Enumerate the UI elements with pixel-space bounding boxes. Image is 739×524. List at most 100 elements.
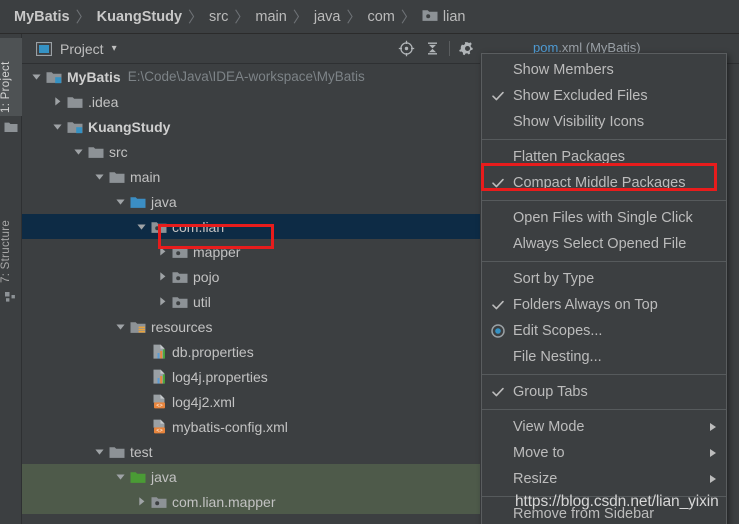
chevron-down-icon[interactable] <box>114 320 127 333</box>
menu-item-show-excluded-files[interactable]: Show Excluded Files <box>482 83 726 109</box>
chevron-down-icon[interactable] <box>72 145 85 158</box>
project-panel-header: Project ▾ <box>22 34 480 64</box>
tree-row[interactable]: db.properties <box>22 339 480 364</box>
idea-window: MyBatis 〉 KuangStudy 〉 src 〉 main 〉 java 〉 com 〉 lia… <box>0 0 739 524</box>
tree-row[interactable]: resources <box>22 314 480 339</box>
tree-row[interactable]: com.lian <box>22 214 480 239</box>
gear-icon[interactable] <box>454 36 480 62</box>
tree-node-label: MyBatis <box>67 68 121 85</box>
tree-row[interactable]: <> mybatis-config.xml <box>22 414 480 439</box>
tree-row[interactable]: .idea <box>22 89 480 114</box>
properties-file-icon <box>151 344 167 359</box>
toolbar-divider <box>449 41 450 56</box>
menu-item-label: Show Members <box>513 62 614 78</box>
chevron-down-icon[interactable] <box>114 470 127 483</box>
package-folder-icon <box>172 269 188 284</box>
tree-row[interactable]: <> log4j2.xml <box>22 389 480 414</box>
tree-row[interactable]: util <box>22 289 480 314</box>
chevron-right-icon[interactable] <box>156 295 169 308</box>
breadcrumb-item-lian[interactable]: lian <box>422 7 465 26</box>
tool-window-tab-structure[interactable]: 7: Structure <box>0 194 22 286</box>
breadcrumb-item-kuangstudy[interactable]: KuangStudy <box>97 9 182 25</box>
folder-icon <box>109 169 125 184</box>
breadcrumb-item-com[interactable]: com <box>367 9 394 25</box>
tree-row[interactable]: main <box>22 164 480 189</box>
tree-no-arrow <box>135 395 148 408</box>
chevron-right-icon[interactable] <box>135 495 148 508</box>
resources-folder-icon <box>130 319 146 334</box>
menu-item-edit-scopes[interactable]: Edit Scopes... <box>482 318 726 344</box>
breadcrumb-label: java <box>313 8 341 25</box>
folder-icon <box>109 444 125 459</box>
tree-row[interactable]: test <box>22 439 480 464</box>
breadcrumb-label: com <box>367 8 395 25</box>
menu-item-file-nesting[interactable]: File Nesting... <box>482 344 726 370</box>
chevron-right-icon[interactable] <box>51 95 64 108</box>
tree-node-label: java <box>151 468 177 485</box>
menu-item-show-visibility-icons[interactable]: Show Visibility Icons <box>482 109 726 135</box>
breadcrumb-item-src[interactable]: src <box>209 9 228 25</box>
tree-node-label: mybatis-config.xml <box>172 418 288 435</box>
project-options-context-menu[interactable]: Show Members Show Excluded Files Show Visi… <box>481 53 727 524</box>
scroll-from-source-icon[interactable] <box>393 36 419 62</box>
chevron-right-icon[interactable] <box>156 245 169 258</box>
menu-item-compact-middle-packages[interactable]: Compact Middle Packages <box>482 170 726 196</box>
chevron-down-icon[interactable]: ▾ <box>112 43 117 54</box>
menu-item-resize[interactable]: Resize <box>482 466 726 492</box>
project-panel-title: Project <box>60 40 104 57</box>
tool-window-tab-project[interactable]: 1: Project <box>0 38 22 116</box>
watermark-text: https://blog.csdn.net/lian_yixin <box>515 493 719 510</box>
chevron-right-icon[interactable] <box>156 270 169 283</box>
breadcrumb-label: main <box>255 8 287 25</box>
tree-row[interactable]: MyBatis E:\Code\Java\IDEA-workspace\MyBat… <box>22 64 480 89</box>
tree-row[interactable]: mapper <box>22 239 480 264</box>
tree-no-arrow <box>135 420 148 433</box>
collapse-all-icon[interactable] <box>419 36 445 62</box>
tree-node-label: resources <box>151 318 213 335</box>
breadcrumb-item-java[interactable]: java <box>314 9 341 25</box>
menu-item-open-files-with-single-click[interactable]: Open Files with Single Click <box>482 205 726 231</box>
menu-item-move-to[interactable]: Move to <box>482 440 726 466</box>
chevron-down-icon[interactable] <box>114 195 127 208</box>
tree-row[interactable]: java <box>22 189 480 214</box>
tree-row[interactable]: KuangStudy <box>22 114 480 139</box>
menu-item-label: Sort by Type <box>513 271 595 287</box>
module-folder-icon <box>67 119 83 134</box>
chevron-down-icon[interactable] <box>30 70 43 83</box>
tree-row[interactable]: src <box>22 139 480 164</box>
chevron-down-icon[interactable] <box>93 445 106 458</box>
tree-row[interactable]: com.lian.mapper <box>22 489 480 514</box>
breadcrumb-item-main[interactable]: main <box>255 9 286 25</box>
tree-row[interactable]: log4j.properties <box>22 364 480 389</box>
breadcrumb: MyBatis 〉 KuangStudy 〉 src 〉 main 〉 java 〉 com 〉 lia… <box>0 0 739 34</box>
tree-node-label: log4j.properties <box>172 368 268 385</box>
breadcrumb-item-mybatis[interactable]: MyBatis <box>14 9 70 25</box>
tree-node-label: util <box>193 293 211 310</box>
project-tree[interactable]: MyBatis E:\Code\Java\IDEA-workspace\MyBat… <box>22 64 480 524</box>
tree-node-label: .idea <box>88 93 119 110</box>
package-folder-icon <box>151 494 167 509</box>
menu-item-always-select-opened-file[interactable]: Always Select Opened File <box>482 231 726 257</box>
xml-file-icon: <> <box>151 394 167 409</box>
package-folder-icon <box>172 294 188 309</box>
tree-row[interactable]: java <box>22 464 480 489</box>
menu-item-folders-always-on-top[interactable]: Folders Always on Top <box>482 292 726 318</box>
submenu-arrow-icon <box>710 449 716 457</box>
menu-item-sort-by-type[interactable]: Sort by Type <box>482 266 726 292</box>
menu-item-flatten-packages[interactable]: Flatten Packages <box>482 144 726 170</box>
tree-node-label: java <box>151 193 177 210</box>
breadcrumb-separator: 〉 <box>75 9 91 26</box>
tree-node-label: src <box>109 143 128 160</box>
package-folder-icon <box>151 219 167 234</box>
tree-row[interactable]: pojo <box>22 264 480 289</box>
folder-icon <box>88 144 104 159</box>
menu-item-group-tabs[interactable]: Group Tabs <box>482 379 726 405</box>
chevron-down-icon[interactable] <box>135 220 148 233</box>
chevron-down-icon[interactable] <box>93 170 106 183</box>
menu-item-show-members[interactable]: Show Members <box>482 57 726 83</box>
menu-item-view-mode[interactable]: View Mode <box>482 414 726 440</box>
check-icon <box>491 83 505 109</box>
menu-item-label: Open Files with Single Click <box>513 210 693 226</box>
submenu-arrow-icon <box>710 423 716 431</box>
chevron-down-icon[interactable] <box>51 120 64 133</box>
